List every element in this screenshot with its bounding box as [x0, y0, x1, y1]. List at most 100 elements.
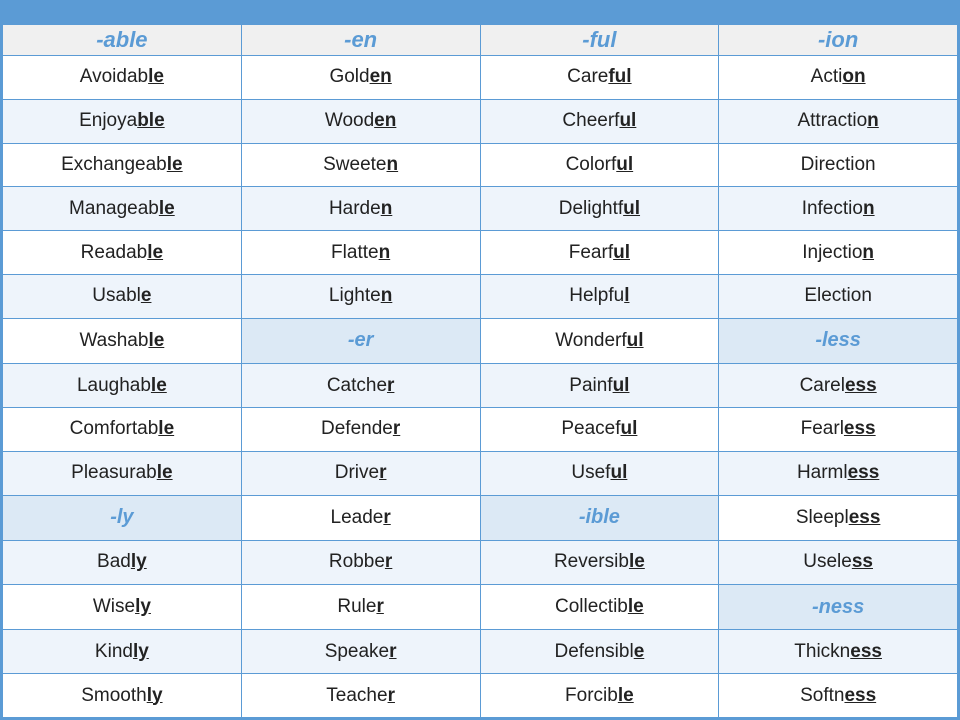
- cell-en: Leader: [241, 495, 480, 540]
- word-root: Injectio: [802, 242, 862, 263]
- word-suffix: le: [628, 596, 644, 617]
- word-suffix: ly: [135, 596, 151, 617]
- cell-ion: Fearless: [719, 408, 958, 452]
- cell-ion: Softness: [719, 674, 958, 718]
- table-row: KindlySpeakerDefensibleThickness: [3, 630, 958, 674]
- cell-en: Defender: [241, 408, 480, 452]
- suffix-label: -less: [815, 329, 861, 351]
- cell-ion: Thickness: [719, 630, 958, 674]
- word-suffix: en: [370, 66, 392, 87]
- word-suffix: le: [158, 418, 174, 439]
- word-suffix: le: [618, 685, 634, 706]
- word-root: Colorf: [566, 154, 617, 175]
- word-suffix: le: [167, 154, 183, 175]
- word-suffix: ly: [131, 551, 147, 572]
- table-container: -able -en -ful -ion AvoidableGoldenCaref…: [0, 22, 960, 720]
- col-ion-header: -ion: [719, 25, 958, 56]
- word-suffix: ul: [613, 242, 630, 263]
- suffix-label: -ible: [579, 506, 620, 528]
- table-row: PleasurableDriverUsefulHarmless: [3, 451, 958, 495]
- table-row: UsableLightenHelpfulElection: [3, 274, 958, 318]
- word-root: Speake: [325, 641, 389, 662]
- word-suffix: le: [159, 198, 175, 219]
- col-en-header: -en: [241, 25, 480, 56]
- cell-ion: Careless: [719, 364, 958, 408]
- word-suffix: ul: [621, 418, 638, 439]
- cell-able: Kindly: [3, 630, 242, 674]
- word-suffix: e: [634, 641, 645, 662]
- word-suffix: ble: [137, 110, 164, 131]
- table-row: ManageableHardenDelightfulInfection: [3, 187, 958, 231]
- word-root: Fearl: [801, 418, 844, 439]
- cell-ful: Cheerful: [480, 99, 719, 143]
- cell-ion: Election: [719, 274, 958, 318]
- table-row: Washable-erWonderful-less: [3, 318, 958, 363]
- table-row: ComfortableDefenderPeacefulFearless: [3, 408, 958, 452]
- cell-able: Comfortable: [3, 408, 242, 452]
- cell-en: Flatten: [241, 231, 480, 275]
- cell-able: Laughable: [3, 364, 242, 408]
- word-root: Drive: [335, 462, 379, 483]
- word-suffix: n: [381, 198, 393, 219]
- word-suffix: ul: [616, 154, 633, 175]
- word-suffix: ess: [849, 507, 881, 528]
- word-suffix: n: [867, 110, 879, 131]
- suffix-label: -ly: [110, 506, 133, 528]
- word-root: Laughab: [77, 375, 151, 396]
- word-root: Wonderf: [555, 330, 626, 351]
- word-suffix: le: [148, 66, 164, 87]
- word-suffix: ly: [133, 641, 149, 662]
- word-suffix: r: [389, 641, 396, 662]
- word-suffix: on: [842, 66, 865, 87]
- cell-ful: -ible: [480, 495, 719, 540]
- cell-able: Readable: [3, 231, 242, 275]
- cell-ful: Wonderful: [480, 318, 719, 363]
- word-root: Kind: [95, 641, 133, 662]
- word-suffix: l: [624, 285, 629, 306]
- word-suffix: ss: [852, 551, 873, 572]
- word-root: Carel: [800, 375, 845, 396]
- cell-en: Robber: [241, 541, 480, 585]
- word-suffix: n: [387, 154, 399, 175]
- word-suffix: ful: [608, 66, 631, 87]
- cell-en: Speaker: [241, 630, 480, 674]
- word-suffix: le: [151, 375, 167, 396]
- cell-en: Driver: [241, 451, 480, 495]
- suffix-table: -able -en -ful -ion AvoidableGoldenCaref…: [2, 24, 958, 718]
- word-root: Teache: [326, 685, 387, 706]
- word-root: Usef: [571, 462, 610, 483]
- word-suffix: r: [387, 375, 394, 396]
- cell-able: Smoothly: [3, 674, 242, 718]
- cell-able: Badly: [3, 541, 242, 585]
- table-row: SmoothlyTeacherForcibleSoftness: [3, 674, 958, 718]
- word-root: Gold: [329, 66, 369, 87]
- word-root: Election: [804, 285, 872, 306]
- cell-ful: Careful: [480, 56, 719, 100]
- word-root: Usele: [803, 551, 852, 572]
- cell-able: Wisely: [3, 584, 242, 629]
- word-suffix: ess: [844, 418, 876, 439]
- word-suffix: n: [381, 285, 393, 306]
- table-row: ReadableFlattenFearfulInjection: [3, 231, 958, 275]
- table-row: EnjoyableWoodenCheerfulAttraction: [3, 99, 958, 143]
- word-root: Softn: [800, 685, 844, 706]
- cell-ion: Useless: [719, 541, 958, 585]
- cell-able: Washable: [3, 318, 242, 363]
- cell-ion: Infection: [719, 187, 958, 231]
- cell-ful: Helpful: [480, 274, 719, 318]
- cell-en: Golden: [241, 56, 480, 100]
- cell-ful: Delightful: [480, 187, 719, 231]
- word-root: Robbe: [329, 551, 385, 572]
- cell-en: Sweeten: [241, 143, 480, 187]
- word-root: Sweete: [323, 154, 386, 175]
- cell-en: Harden: [241, 187, 480, 231]
- cell-ful: Defensible: [480, 630, 719, 674]
- cell-ion: Harmless: [719, 451, 958, 495]
- cell-able: Manageable: [3, 187, 242, 231]
- word-root: Reversib: [554, 551, 629, 572]
- cell-ion: -less: [719, 318, 958, 363]
- cell-en: Catcher: [241, 364, 480, 408]
- cell-ion: Attraction: [719, 99, 958, 143]
- header-center: [176, 10, 944, 12]
- word-root: Manageab: [69, 198, 159, 219]
